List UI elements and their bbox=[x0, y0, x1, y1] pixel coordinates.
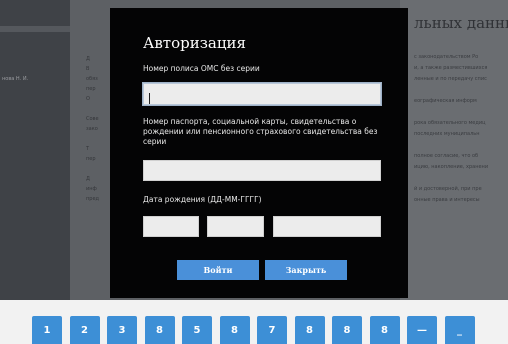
background-right-panel: льных данных с законодательством Ро и, а … bbox=[400, 0, 508, 300]
document-number-input[interactable] bbox=[143, 160, 381, 181]
background-text-line: ленные и по передачу спис bbox=[414, 76, 487, 82]
background-user-name: нова Н. И. bbox=[2, 76, 29, 82]
background-text-fragment: В bbox=[86, 66, 90, 72]
background-text-fragment: пер bbox=[86, 86, 96, 92]
background-text-line: еографическая информ bbox=[414, 98, 477, 104]
background-text-line: рока обязательного медиц bbox=[414, 120, 486, 126]
background-text-line: ицию, накопление, хранени bbox=[414, 164, 489, 170]
background-text-fragment: О bbox=[86, 96, 90, 102]
birth-year-input[interactable] bbox=[273, 216, 381, 237]
background-text-line: последних муниципальн bbox=[414, 131, 480, 137]
close-button[interactable]: Закрыть bbox=[265, 260, 347, 280]
background-text-fragment: инф bbox=[86, 186, 97, 192]
keyboard-key[interactable]: _ bbox=[444, 316, 475, 344]
background-text-fragment: Д bbox=[86, 56, 90, 62]
background-text-line: полное согласие, что об bbox=[414, 153, 479, 159]
birth-date-label: Дата рождения (ДД-ММ-ГГГГ) bbox=[143, 195, 262, 204]
keyboard-key[interactable]: 8 bbox=[144, 316, 175, 344]
birth-month-input[interactable] bbox=[207, 216, 264, 237]
document-label: Номер паспорта, социальной карты, свидет… bbox=[143, 117, 378, 146]
virtual-keyboard: 1 2 3 8 5 8 7 8 8 8— _ bbox=[0, 300, 508, 344]
background-header-strip bbox=[0, 26, 70, 32]
keyboard-key[interactable]: 5 bbox=[182, 316, 212, 344]
background-text-fragment: Т bbox=[86, 146, 90, 152]
background-left-panel: нова Н. И. bbox=[0, 0, 70, 300]
background-text-fragment: пер bbox=[86, 156, 96, 162]
background-text-fragment: Д bbox=[86, 176, 90, 182]
background-text-fragment: Сове bbox=[86, 116, 99, 122]
keyboard-key[interactable]: 1 bbox=[32, 316, 62, 344]
oms-number-input[interactable] bbox=[143, 83, 381, 105]
keyboard-key[interactable]: 8 bbox=[369, 316, 400, 344]
background-text-line: онные права и интересы bbox=[414, 197, 480, 203]
keyboard-key[interactable]: 2 bbox=[69, 316, 100, 344]
keyboard-key[interactable]: 8 bbox=[294, 316, 325, 344]
birth-day-input[interactable] bbox=[143, 216, 199, 237]
dialog-title: Авторизация bbox=[143, 34, 246, 52]
background-text-line: с законодательством Ро bbox=[414, 54, 479, 60]
keyboard-key[interactable]: 8 bbox=[219, 316, 250, 344]
background-text-fragment: пред bbox=[86, 196, 99, 202]
background-text-fragment: обяз bbox=[86, 76, 98, 82]
oms-label: Номер полиса ОМС без серии bbox=[143, 64, 260, 73]
keyboard-key[interactable]: 8 bbox=[332, 316, 362, 344]
background-text-fragment: зако bbox=[86, 126, 98, 132]
keyboard-key[interactable]: 7 bbox=[257, 316, 287, 344]
text-caret bbox=[149, 93, 150, 104]
background-text-line: и, а также разместившихся bbox=[414, 65, 488, 71]
login-button[interactable]: Войти bbox=[177, 260, 259, 280]
keyboard-key[interactable]: 3 bbox=[107, 316, 137, 344]
keyboard-key[interactable]: — bbox=[407, 316, 437, 344]
authorization-dialog: Авторизация Номер полиса ОМС без серии Н… bbox=[110, 8, 408, 298]
background-heading: льных данных bbox=[414, 14, 508, 32]
background-text-line: й и достоверной, при пре bbox=[414, 186, 482, 192]
